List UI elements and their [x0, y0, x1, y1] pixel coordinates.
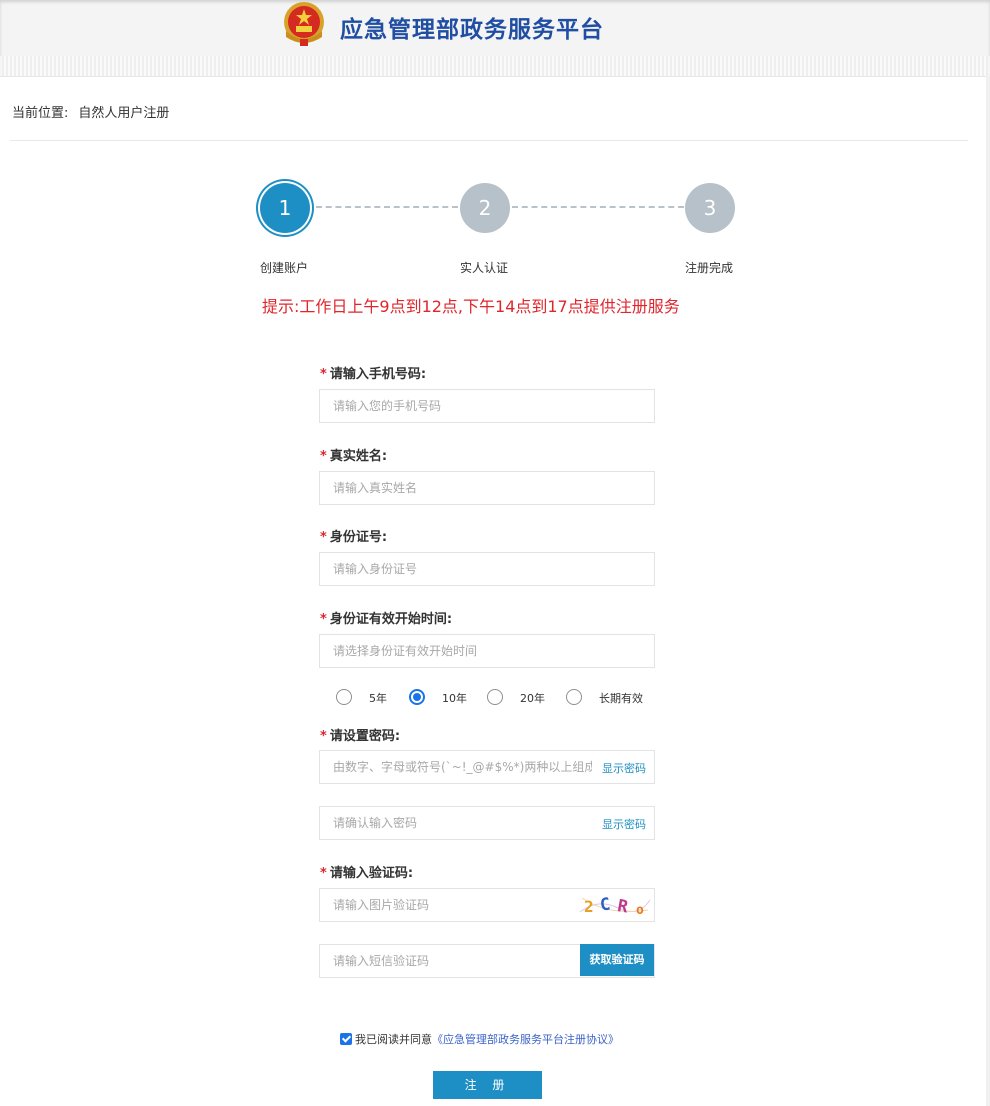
validity-radio-5y[interactable] — [336, 689, 352, 705]
id-start-date-input[interactable] — [320, 635, 654, 667]
id-start-label: * 身份证有效开始时间: — [320, 608, 452, 627]
divider — [10, 140, 968, 141]
step-1-circle: 1 — [260, 183, 310, 233]
validity-radio-20y[interactable] — [487, 689, 503, 705]
idcard-label-text: 身份证号: — [329, 530, 388, 545]
validity-label-5y: 5年 — [369, 692, 387, 705]
validity-radio-permanent[interactable] — [566, 689, 582, 705]
step-2-circle: 2 — [460, 183, 510, 233]
id-start-label-text: 身份证有效开始时间: — [329, 612, 453, 627]
validity-label-10y: 10年 — [442, 692, 467, 705]
name-field-box — [319, 471, 655, 505]
idcard-input[interactable] — [320, 553, 654, 585]
step-3-circle: 3 — [685, 183, 735, 233]
step-connector-1 — [316, 206, 458, 208]
step-1-label: 创建账户 — [260, 261, 309, 275]
password-field-box: 显示密码 — [319, 750, 655, 784]
agreement-row: 我已阅读并同意《应急管理部政务服务平台注册协议》 — [340, 1031, 619, 1047]
breadcrumb-current: 自然人用户注册 — [78, 106, 170, 121]
agreement-link[interactable]: 《应急管理部政务服务平台注册协议》 — [432, 1033, 619, 1046]
breadcrumb: 当前位置: 自然人用户注册 — [12, 102, 169, 121]
get-sms-code-button[interactable]: 获取验证码 — [580, 944, 654, 976]
breadcrumb-prefix: 当前位置: — [12, 106, 69, 121]
show-confirm-password-toggle[interactable]: 显示密码 — [602, 816, 646, 832]
validity-label-permanent: 长期有效 — [599, 692, 643, 705]
captcha-char: o — [636, 903, 644, 918]
password-label: * 请设置密码: — [320, 725, 400, 744]
required-mark: * — [320, 866, 327, 881]
required-mark: * — [320, 612, 327, 627]
required-mark: * — [320, 367, 327, 382]
site-header: 应急管理部政务服务平台 — [0, 0, 990, 77]
phone-field-box — [319, 389, 655, 423]
page-right-border — [986, 76, 990, 1106]
validity-label-20y: 20年 — [520, 692, 545, 705]
idcard-field-box — [319, 552, 655, 586]
id-start-field-box — [319, 634, 655, 668]
name-label-text: 真实姓名: — [329, 449, 388, 464]
agreement-checkbox[interactable] — [340, 1033, 352, 1045]
required-mark: * — [320, 449, 327, 464]
header-pattern — [0, 56, 990, 76]
captcha-label-text: 请输入验证码: — [329, 866, 414, 881]
name-input[interactable] — [320, 472, 654, 504]
captcha-label: * 请输入验证码: — [320, 862, 413, 881]
service-hours-notice: 提示:工作日上午9点到12点,下午14点到17点提供注册服务 — [262, 297, 680, 316]
validity-radio-10y[interactable] — [409, 689, 425, 705]
national-emblem-icon — [284, 2, 324, 46]
agreement-text: 我已阅读并同意 — [355, 1033, 432, 1046]
password-label-text: 请设置密码: — [329, 729, 401, 744]
required-mark: * — [320, 530, 327, 545]
step-connector-2 — [512, 206, 684, 208]
register-button[interactable]: 注 册 — [433, 1071, 542, 1099]
step-2-label: 实人认证 — [460, 261, 509, 275]
captcha-field-box: 2 C R o — [319, 888, 655, 922]
step-3-label: 注册完成 — [685, 261, 734, 275]
captcha-char: 2 — [584, 897, 594, 916]
captcha-image[interactable]: 2 C R o — [578, 890, 652, 920]
required-mark: * — [320, 729, 327, 744]
idcard-label: * 身份证号: — [320, 526, 387, 545]
name-label: * 真实姓名: — [320, 445, 387, 464]
site-title: 应急管理部政务服务平台 — [340, 17, 604, 43]
confirm-password-field-box: 显示密码 — [319, 806, 655, 840]
show-password-toggle[interactable]: 显示密码 — [602, 760, 646, 776]
phone-label: * 请输入手机号码: — [320, 363, 426, 382]
phone-input[interactable] — [320, 390, 654, 422]
phone-label-text: 请输入手机号码: — [329, 367, 427, 382]
